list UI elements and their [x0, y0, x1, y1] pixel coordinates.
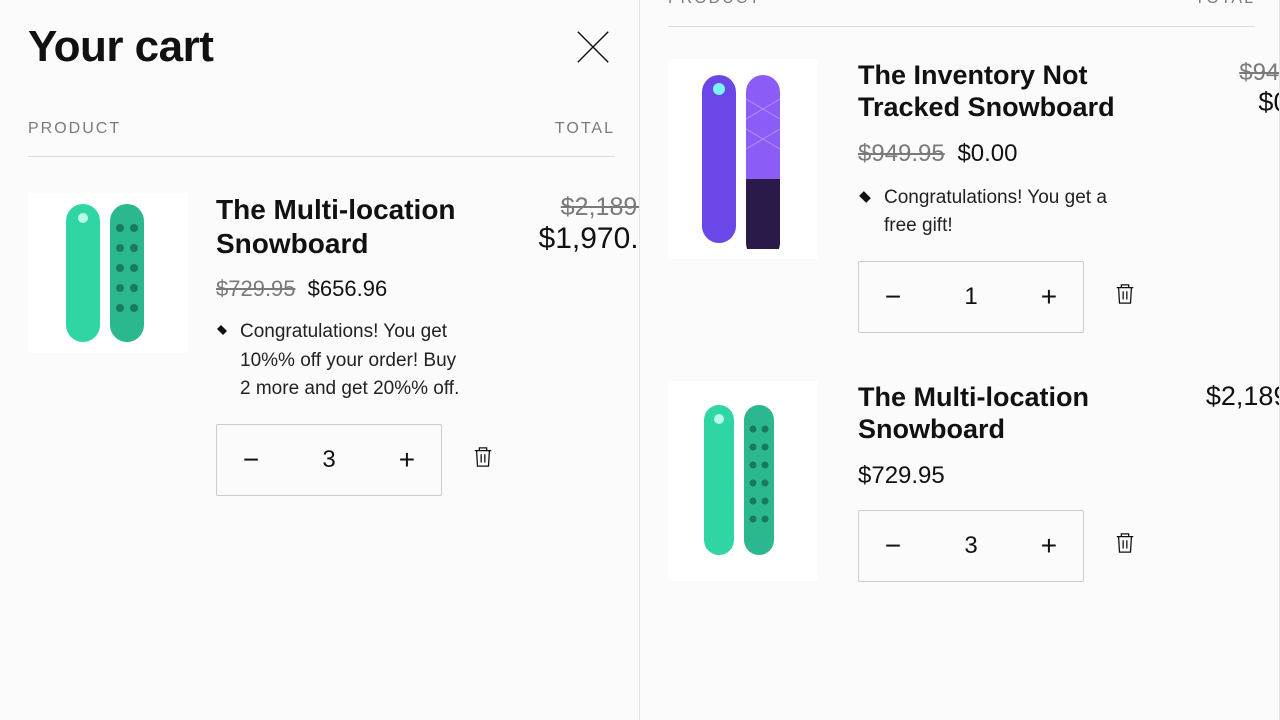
close-button[interactable] [571, 25, 615, 69]
trash-icon [472, 445, 494, 469]
qty-decrease-button[interactable]: − [881, 532, 905, 560]
line-total-old: $949.95 [1176, 59, 1280, 87]
unit-price-old: $949.95 [858, 140, 945, 167]
quantity-stepper[interactable]: − 3 + [858, 510, 1084, 582]
unit-price-new: $0.00 [957, 140, 1017, 167]
cart-title: Your cart [28, 22, 213, 72]
remove-item-button[interactable] [472, 445, 494, 474]
product-name: The Inventory Not Tracked Snowboard [858, 59, 1118, 124]
col-product: PRODUCT [668, 0, 761, 8]
tag-icon [216, 324, 228, 336]
trash-icon [1114, 531, 1136, 555]
line-total: $0.00 [1176, 87, 1280, 118]
line-total: $2,189.85 [1176, 381, 1280, 412]
trash-icon [1114, 282, 1136, 306]
product-name: The Multi-location Snowboard [216, 193, 476, 260]
tag-icon [858, 190, 872, 204]
col-product: PRODUCT [28, 120, 121, 138]
cart-line-item: The Multi-location Snowboard $729.95 − 3… [668, 381, 1255, 582]
close-icon [574, 28, 612, 66]
line-total: $1,970.87 [522, 222, 640, 256]
col-total: TOTAL [555, 120, 615, 138]
remove-item-button[interactable] [1114, 531, 1136, 560]
quantity-stepper[interactable]: − 1 + [858, 261, 1084, 333]
promo-message: Congratulations! You get a free gift! [884, 184, 1136, 241]
qty-value: 3 [322, 446, 335, 474]
product-thumbnail [28, 193, 188, 353]
unit-price-old: $729.95 [216, 276, 296, 301]
product-thumbnail [668, 381, 818, 581]
col-total: TOTAL [1195, 0, 1255, 8]
quantity-stepper[interactable]: − 3 + [216, 424, 442, 496]
product-name: The Multi-location Snowboard [858, 381, 1118, 446]
qty-decrease-button[interactable]: − [239, 446, 263, 474]
promo-message: Congratulations! You get 10%% off your o… [240, 318, 466, 404]
snowboard-purple-icon [688, 69, 798, 249]
unit-price: $729.95 [858, 462, 945, 489]
snowboard-green-icon [688, 401, 798, 561]
line-total-old: $2,189.85 [522, 193, 640, 222]
snowboard-green-icon [48, 198, 168, 348]
remove-item-button[interactable] [1114, 282, 1136, 311]
qty-decrease-button[interactable]: − [881, 283, 905, 311]
qty-increase-button[interactable]: + [395, 446, 419, 474]
qty-increase-button[interactable]: + [1037, 532, 1061, 560]
qty-increase-button[interactable]: + [1037, 283, 1061, 311]
qty-value: 3 [964, 532, 977, 560]
cart-line-item: The Multi-location Snowboard $729.95 $65… [28, 193, 615, 496]
cart-line-item: The Inventory Not Tracked Snowboard $949… [668, 59, 1255, 333]
product-thumbnail [668, 59, 818, 259]
unit-price-new: $656.96 [308, 276, 388, 301]
qty-value: 1 [964, 283, 977, 311]
